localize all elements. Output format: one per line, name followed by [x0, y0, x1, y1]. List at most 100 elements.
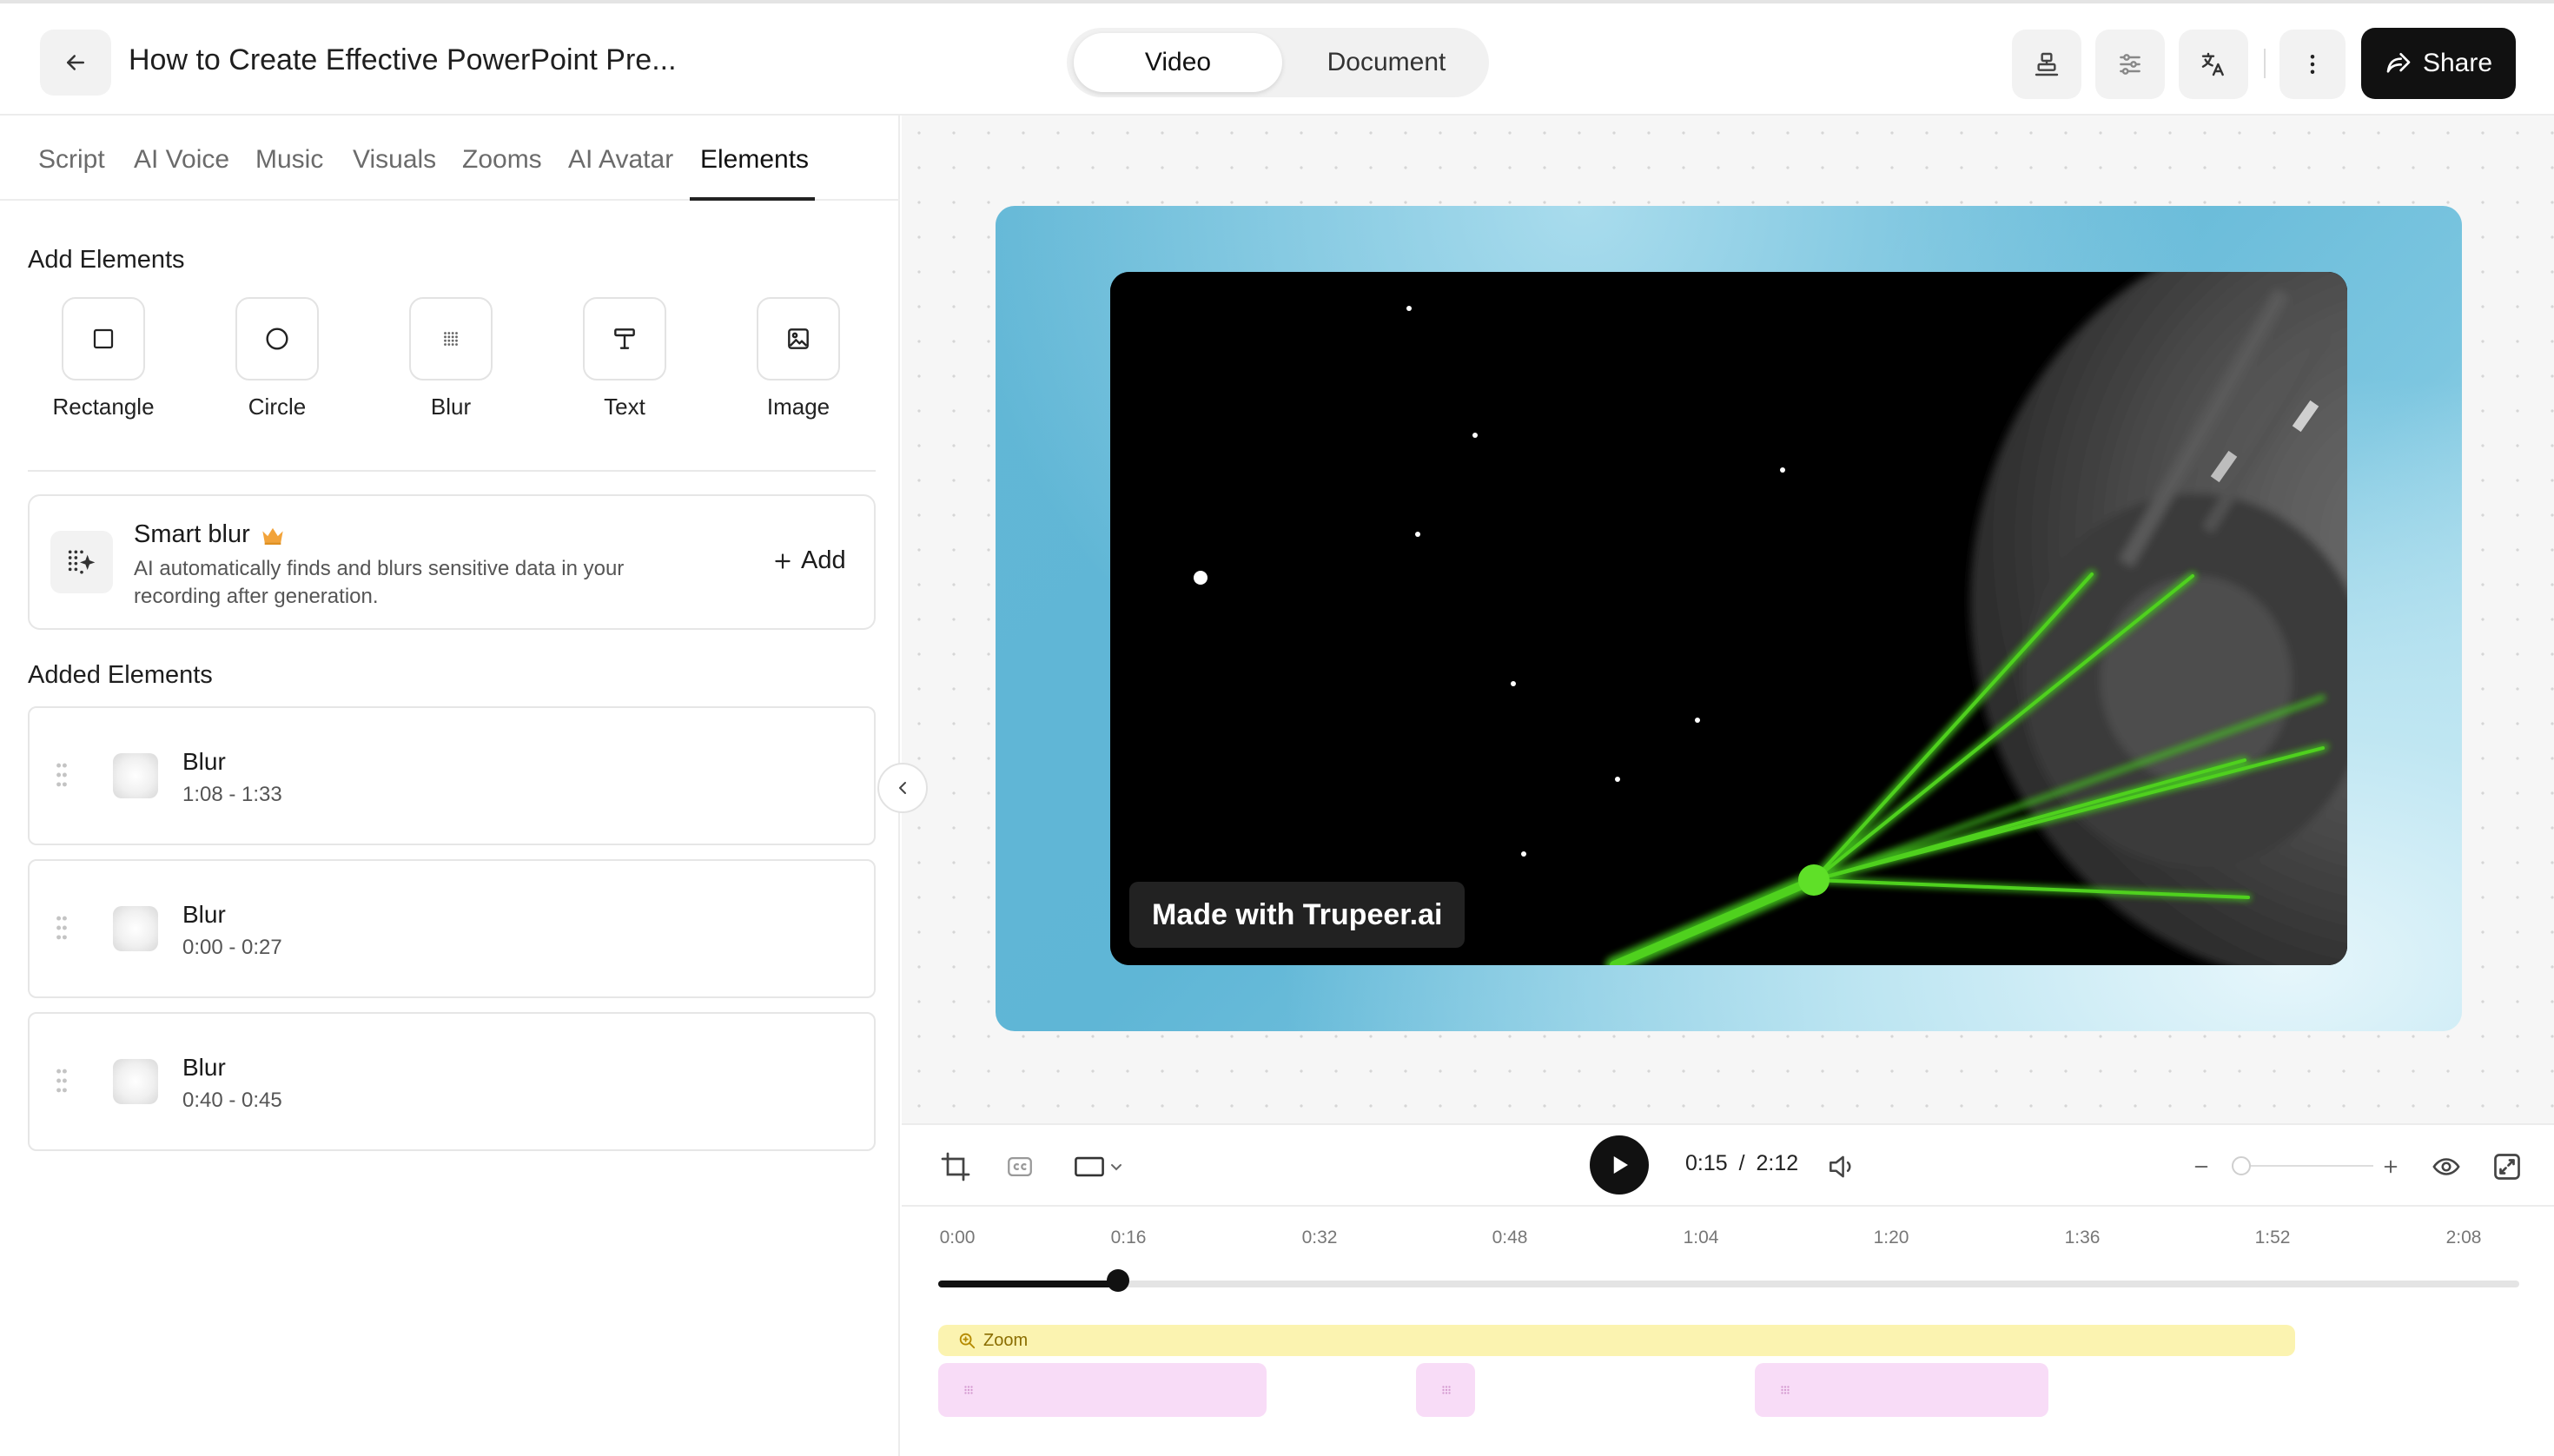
zoom-out-button[interactable] [2189, 1155, 2213, 1179]
preview-visibility-button[interactable] [2429, 1149, 2464, 1184]
playhead-track[interactable] [938, 1281, 2519, 1287]
zoom-track-segment[interactable]: Zoom [938, 1325, 2295, 1356]
zoom-in-button[interactable] [2379, 1155, 2403, 1179]
blur-thumbnail [113, 753, 158, 798]
mode-video-button[interactable]: Video [1074, 33, 1282, 92]
timeline-tick-label: 2:08 [2445, 1228, 2482, 1248]
crop-button[interactable] [936, 1148, 975, 1186]
active-tab-indicator [690, 197, 815, 201]
video-preview[interactable]: Made with Trupeer.ai [1110, 272, 2347, 965]
add-image-button[interactable] [757, 297, 840, 381]
volume-button[interactable] [1823, 1148, 1861, 1186]
aspect-ratio-dropdown[interactable] [1063, 1149, 1136, 1184]
playhead-progress [938, 1281, 1119, 1287]
smart-blur-icon-box [50, 531, 113, 593]
video-background-frame: Made with Trupeer.ai [996, 206, 2462, 1031]
share-button[interactable]: Share [2361, 28, 2516, 99]
more-options-button[interactable] [2279, 30, 2346, 99]
added-element-range: 0:40 - 0:45 [182, 1089, 282, 1112]
rectangle-ratio-icon [1075, 1156, 1104, 1177]
smart-blur-description: AI automatically finds and blurs sensiti… [134, 557, 625, 608]
blur-icon [1781, 1386, 1790, 1394]
blur-thumbnail [113, 906, 158, 951]
preview-canvas: Made with Trupeer.ai [902, 116, 2554, 1123]
blur-thumbnail [113, 1059, 158, 1104]
timeline-tick-label: 0:32 [1301, 1228, 1338, 1248]
time-readout: 0:15 / 2:12 [1685, 1151, 1798, 1176]
tab-music[interactable]: Music [255, 145, 323, 175]
layout-tool-button[interactable] [2012, 30, 2081, 99]
sliders-icon [2120, 54, 2140, 75]
add-rectangle-button[interactable] [62, 297, 145, 381]
captions-button[interactable] [1002, 1149, 1037, 1184]
added-element-card[interactable]: Blur 0:00 - 0:27 [28, 859, 876, 998]
tab-zooms[interactable]: Zooms [462, 145, 542, 175]
translate-icon [2201, 52, 2224, 76]
added-element-range: 0:00 - 0:27 [182, 936, 282, 959]
translate-button[interactable] [2179, 30, 2248, 99]
section-divider [28, 470, 876, 472]
drag-handle-icon[interactable] [56, 762, 68, 788]
editor-side-panel: Script AI Voice Music Visuals Zooms AI A… [0, 116, 900, 1456]
settings-tool-button[interactable] [2095, 30, 2165, 99]
add-text-button[interactable] [583, 297, 666, 381]
more-vertical-icon [2310, 55, 2315, 74]
time-separator: / [1738, 1151, 1745, 1175]
rectangle-label: Rectangle [52, 394, 155, 420]
smart-blur-add-button[interactable]: Add [771, 546, 846, 575]
captions-icon [1008, 1156, 1032, 1177]
tab-elements[interactable]: Elements [700, 145, 809, 175]
volume-icon [1829, 1155, 1851, 1178]
play-icon [1613, 1156, 1628, 1174]
smart-blur-title: Smart blur [134, 520, 250, 548]
blur-label: Blur [430, 394, 472, 420]
sparkle-blur-icon [68, 550, 96, 574]
blur-icon [964, 1386, 973, 1394]
crown-icon [262, 527, 283, 545]
add-blur-button[interactable] [409, 297, 493, 381]
circle-label: Circle [248, 394, 307, 420]
timeline-tick-label: 1:04 [1683, 1228, 1719, 1248]
drag-handle-icon[interactable] [56, 1068, 68, 1094]
tab-script[interactable]: Script [38, 145, 105, 175]
tab-visuals[interactable]: Visuals [353, 145, 436, 175]
added-element-name: Blur [182, 901, 226, 928]
timeline-zoom-slider[interactable] [2241, 1165, 2373, 1167]
smart-blur-card: Smart blur AI automatically finds and bl… [28, 494, 876, 630]
square-icon [93, 328, 114, 349]
added-element-card[interactable]: Blur 0:40 - 0:45 [28, 1012, 876, 1151]
added-element-name: Blur [182, 748, 226, 775]
playhead-handle[interactable] [1107, 1269, 1130, 1292]
timeline-tick-label: 1:20 [1873, 1228, 1909, 1248]
timeline-zoom-handle[interactable] [2232, 1156, 2251, 1175]
drag-handle-icon[interactable] [56, 915, 68, 941]
added-elements-title: Added Elements [28, 661, 213, 689]
minus-icon [2194, 1166, 2208, 1168]
back-button[interactable] [40, 30, 111, 96]
blur-track-segment[interactable] [1755, 1363, 2048, 1417]
blur-track-segment[interactable] [1416, 1363, 1475, 1417]
mode-document-button[interactable]: Document [1289, 33, 1484, 92]
plus-icon [2384, 1160, 2398, 1174]
share-label: Share [2422, 49, 2493, 77]
timeline-tick-label: 0:16 [1110, 1228, 1147, 1248]
blur-icon [1442, 1386, 1451, 1394]
document-title[interactable]: How to Create Effective PowerPoint Pre..… [129, 43, 677, 77]
blur-track-segment[interactable] [938, 1363, 1267, 1417]
added-element-card[interactable]: Blur 1:08 - 1:33 [28, 706, 876, 845]
timeline-tick-label: 0:48 [1492, 1228, 1528, 1248]
added-element-name: Blur [182, 1054, 226, 1081]
eye-icon [2432, 1158, 2460, 1175]
play-button[interactable] [1590, 1135, 1649, 1195]
chevron-left-icon [899, 782, 906, 794]
add-circle-button[interactable] [235, 297, 319, 381]
fullscreen-button[interactable] [2488, 1148, 2526, 1186]
zoom-in-icon [959, 1333, 976, 1349]
collapse-panel-button[interactable] [877, 763, 928, 813]
current-time: 0:15 [1685, 1151, 1728, 1175]
crop-icon [941, 1152, 970, 1181]
tab-ai-avatar[interactable]: AI Avatar [568, 145, 673, 175]
panel-tabs: Script AI Voice Music Visuals Zooms AI A… [0, 116, 900, 201]
smart-blur-add-label: Add [801, 546, 846, 574]
tab-ai-voice[interactable]: AI Voice [134, 145, 229, 175]
